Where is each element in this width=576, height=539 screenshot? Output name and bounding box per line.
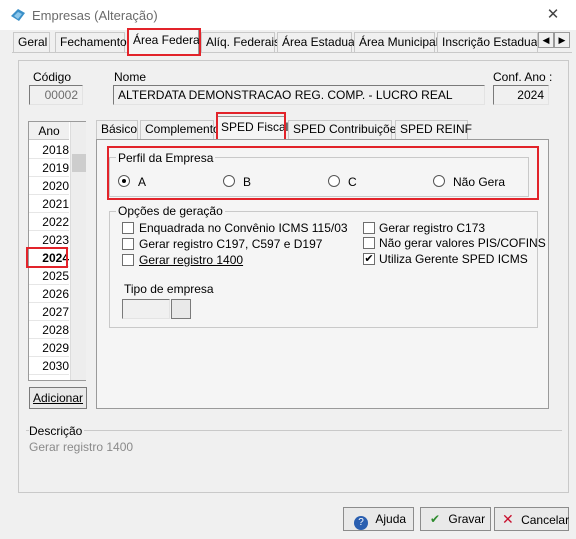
checkbox-nao-gerar-pis-cofins-label: Não gerar valores PIS/COFINS (379, 236, 546, 250)
radio-perfil-c-label: C (348, 175, 357, 189)
tab-area-estadual[interactable]: Área Estadual (277, 32, 357, 52)
year-item[interactable]: 2026 (29, 285, 69, 303)
year-list-scroll-thumb[interactable] (72, 154, 86, 172)
ajuda-label: Ajuda (375, 512, 407, 526)
tab-area-municipal[interactable]: Área Municipal (354, 32, 438, 52)
checkbox-registro-c197[interactable] (122, 238, 134, 250)
checkbox-convenio-icms[interactable] (122, 222, 134, 234)
checkbox-registro-c173-label: Gerar registro C173 (379, 221, 486, 235)
subtab-sped-fiscal[interactable]: SPED Fiscal (216, 116, 288, 141)
year-item-selected[interactable]: 2024 (29, 249, 69, 267)
ajuda-button[interactable]: ? Ajuda (343, 507, 414, 531)
tab-area-federal[interactable]: Área Federal (128, 28, 202, 54)
year-item[interactable]: 2020 (29, 177, 69, 195)
checkbox-gerente-sped-icms[interactable]: ✔ (363, 253, 375, 265)
subtab-complemento[interactable]: Complemento (140, 120, 220, 139)
year-item[interactable]: 2018 (29, 141, 69, 159)
year-list-scrollbar[interactable] (70, 122, 86, 380)
tab-inscricao-estadual[interactable]: Inscrição Estadual S (437, 32, 538, 52)
opcoes-title: Opções de geração (116, 204, 225, 218)
gravar-label: Gravar (448, 512, 486, 526)
tipo-empresa-lookup-button[interactable] (171, 299, 191, 319)
year-item[interactable]: 2022 (29, 213, 69, 231)
radio-perfil-nao-gera-label: Não Gera (453, 175, 506, 189)
subtab-sped-reinf[interactable]: SPED REINF (395, 120, 472, 139)
radio-perfil-b[interactable] (223, 175, 235, 187)
checkbox-registro-c197-label: Gerar registro C197, C597 e D197 (139, 237, 323, 251)
checkbox-convenio-icms-label: Enquadrada no Convênio ICMS 115/03 (139, 221, 348, 235)
tipo-empresa-label: Tipo de empresa (124, 282, 214, 296)
app-icon (11, 9, 25, 21)
adicionar-button[interactable]: Adicionar (29, 387, 87, 409)
year-item[interactable]: 2019 (29, 159, 69, 177)
checkbox-registro-c173[interactable] (363, 222, 375, 234)
year-list-header: Ano (29, 122, 69, 140)
conf-ano-field[interactable]: 2024 (493, 85, 549, 105)
tab-geral[interactable]: Geral (13, 32, 50, 52)
subtab-basico[interactable]: Básico (96, 120, 138, 139)
year-item[interactable]: 2025 (29, 267, 69, 285)
perfil-title: Perfil da Empresa (116, 151, 216, 165)
cancel-icon: ✕ (502, 511, 514, 527)
radio-perfil-b-label: B (243, 175, 252, 189)
radio-perfil-a-label: A (138, 175, 147, 189)
gravar-button[interactable]: ✔ Gravar (420, 507, 491, 531)
check-icon: ✔ (430, 512, 441, 526)
tab-scroll-right-icon[interactable]: ▶ (554, 32, 570, 48)
close-icon[interactable]: ✕ (543, 6, 563, 24)
radio-perfil-nao-gera[interactable] (433, 175, 445, 187)
subtab-sped-contribuicoes[interactable]: SPED Contribuições (288, 120, 402, 139)
codigo-label: Código (33, 70, 72, 84)
checkbox-gerente-sped-icms-label: Utiliza Gerente SPED ICMS (379, 252, 528, 266)
checkbox-nao-gerar-pis-cofins[interactable] (363, 237, 375, 249)
year-list[interactable]: Ano 2018 2019 2020 2021 2022 2023 2024 2… (28, 121, 86, 381)
tipo-empresa-field[interactable] (122, 299, 170, 319)
tab-scroll: ◀ ▶ (538, 32, 570, 48)
year-item[interactable]: 2023 (29, 231, 69, 249)
checkbox-registro-1400[interactable] (122, 254, 134, 266)
descricao-title: Descrição (29, 424, 85, 438)
year-item[interactable]: 2027 (29, 303, 69, 321)
radio-perfil-a[interactable] (118, 175, 130, 187)
cancelar-button[interactable]: ✕ Cancelar (494, 507, 569, 531)
nome-label: Nome (114, 70, 147, 84)
checkbox-registro-1400-label: Gerar registro 1400 (139, 253, 244, 267)
nome-field[interactable]: ALTERDATA DEMONSTRACAO REG. COMP. - LUCR… (113, 85, 485, 105)
codigo-field: 00002 (29, 85, 83, 105)
year-item[interactable]: 2029 (29, 339, 69, 357)
conf-ano-label: Conf. Ano : (493, 70, 553, 84)
descricao-group (26, 430, 562, 486)
window-title: Empresas (Alteração) (32, 8, 158, 23)
adicionar-label: Adicionar (32, 391, 84, 405)
cancelar-label: Cancelar (521, 513, 570, 527)
help-icon: ? (354, 516, 368, 530)
descricao-text: Gerar registro 1400 (29, 440, 134, 454)
tab-fechamento[interactable]: Fechamento (55, 32, 127, 52)
year-item[interactable]: 2021 (29, 195, 69, 213)
year-item[interactable]: 2028 (29, 321, 69, 339)
tab-scroll-left-icon[interactable]: ◀ (538, 32, 554, 48)
radio-perfil-c[interactable] (328, 175, 340, 187)
tab-aliq-federais[interactable]: Alíq. Federais (201, 32, 280, 52)
year-item[interactable]: 2030 (29, 357, 69, 375)
